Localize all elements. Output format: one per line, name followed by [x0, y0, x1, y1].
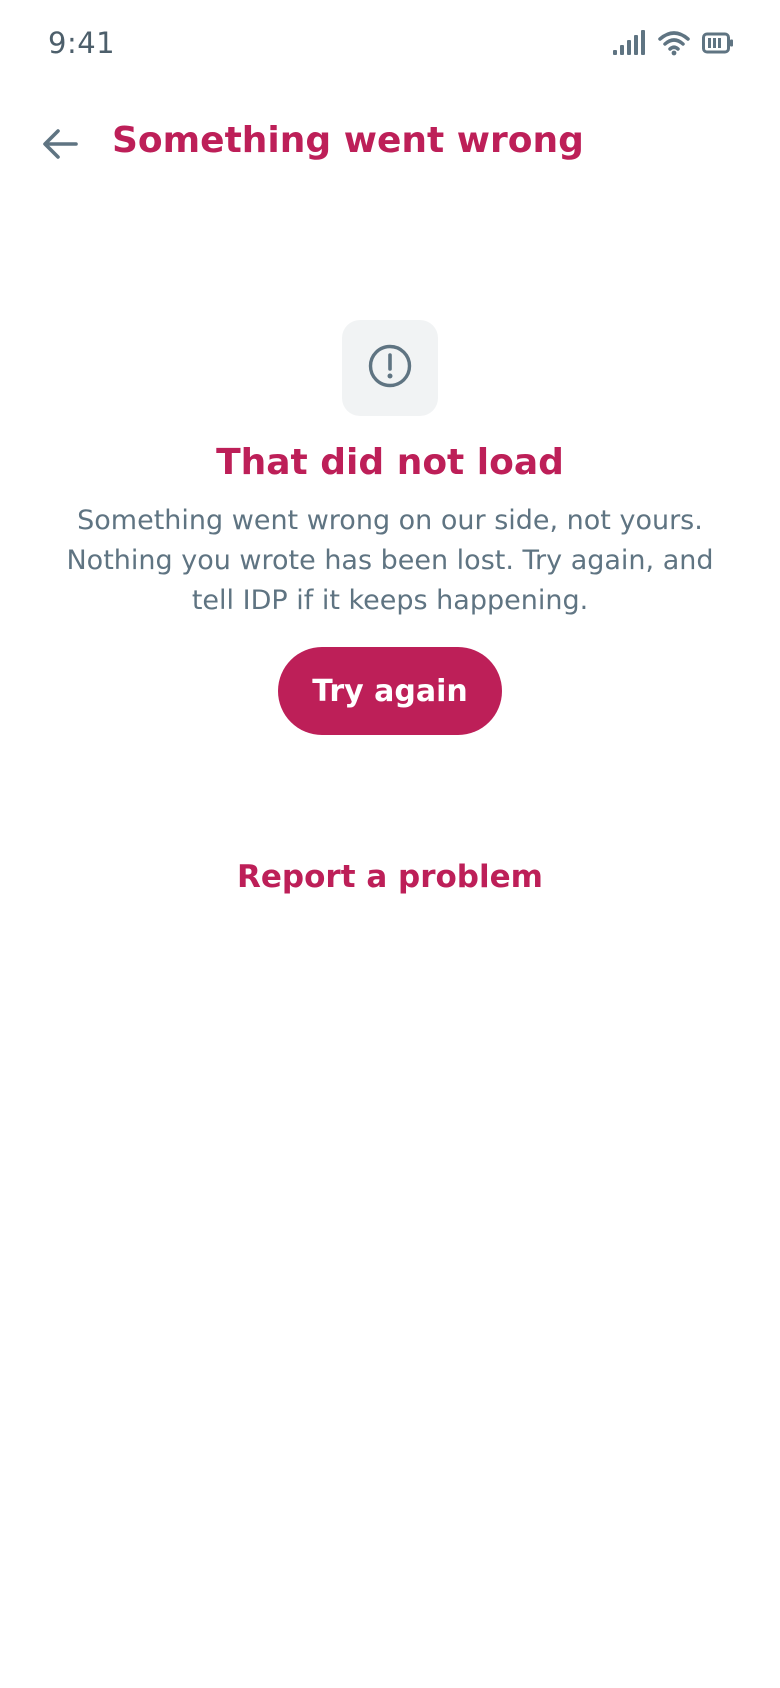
- error-icon-tile: [342, 320, 438, 416]
- error-state: That did not load Something went wrong o…: [0, 320, 780, 895]
- error-message: Something went wrong on our side, not yo…: [66, 505, 714, 616]
- status-bar: 9:41: [0, 0, 780, 90]
- back-button[interactable]: [30, 116, 90, 176]
- battery-icon: [702, 32, 734, 54]
- try-again-button[interactable]: Try again: [278, 647, 502, 735]
- arrow-left-icon: [40, 126, 80, 166]
- alert-circle-icon: [367, 343, 413, 393]
- error-heading: That did not load: [216, 442, 564, 483]
- signal-icon: [612, 30, 646, 56]
- page-title: Something went wrong: [112, 120, 584, 161]
- status-time: 9:41: [48, 26, 116, 60]
- report-problem-link[interactable]: Report a problem: [237, 859, 543, 895]
- app-bar: Something went wrong: [0, 100, 780, 190]
- wifi-icon: [658, 30, 690, 56]
- status-icons: [612, 30, 734, 56]
